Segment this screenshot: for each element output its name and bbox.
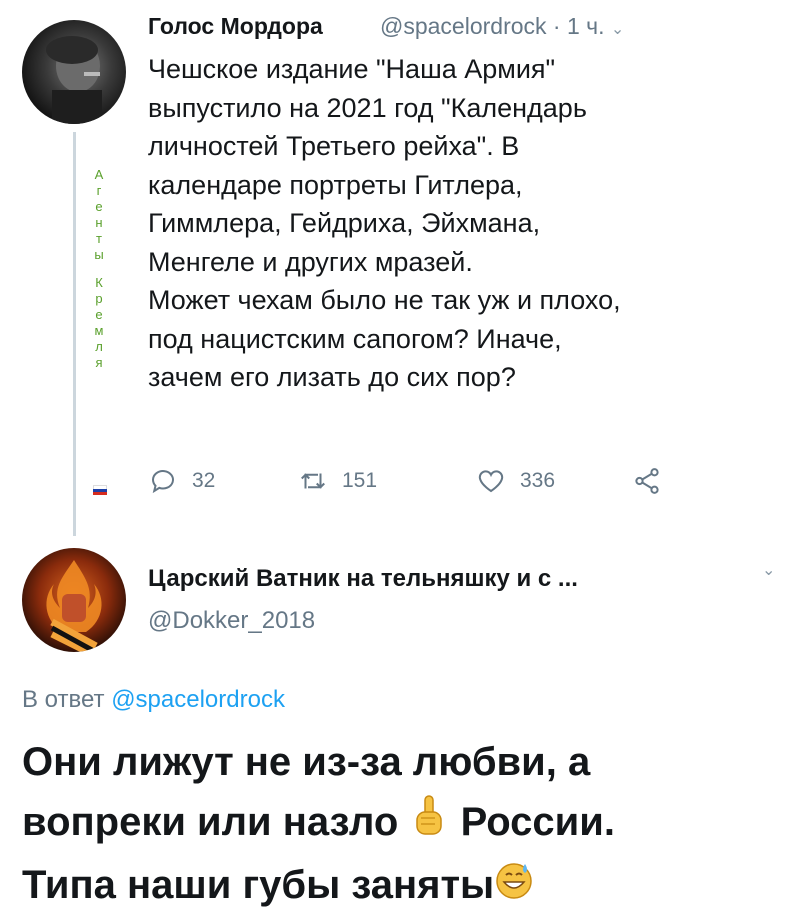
vertical-label-letter: А (94, 167, 104, 182)
share-icon (635, 468, 659, 494)
retweet-icon (301, 473, 325, 489)
heart-icon (478, 470, 504, 493)
like-count: 336 (520, 469, 556, 492)
reply-text-line2b: России. (460, 800, 615, 844)
reply-prefix: В ответ (22, 686, 105, 713)
vertical-label-letter: л (95, 339, 103, 354)
reply-author-name[interactable]: Царский Ватник на тельняшку и с ... (148, 565, 578, 593)
vertical-label-letter: н (95, 215, 103, 230)
chevron-down-icon[interactable]: ⌄ (611, 21, 624, 38)
reply-chevron-down-icon[interactable]: ⌄ (762, 560, 775, 580)
tweet-text: Чешское издание "Наша Армия" выпустило н… (148, 54, 621, 392)
russia-flag-icon (93, 485, 107, 495)
reply-icon (151, 470, 174, 494)
reply-text: Они лижут не из-за любви, а вопреки или … (22, 732, 782, 917)
tweet-actions: 32 151 336 (148, 466, 708, 506)
reply-text-line2: вопреки или назло России. (22, 792, 782, 855)
reply-to-handle-link[interactable]: @spacelordrock (111, 686, 285, 713)
author-name[interactable]: Голос Мордора (148, 13, 323, 40)
tweet-time[interactable]: · 1 ч. (553, 13, 605, 39)
reply-button[interactable]: 32 (148, 466, 215, 496)
reply-count: 32 (192, 469, 216, 492)
like-button[interactable]: 336 (476, 466, 555, 496)
author-handle[interactable]: @spacelordrock (380, 13, 547, 39)
vertical-label-letter: я (95, 355, 103, 370)
vertical-label-letter: е (95, 307, 103, 322)
vertical-label-letter: г (96, 183, 102, 198)
reply-author-handle[interactable]: @Dokker_2018 (148, 607, 315, 635)
retweet-button[interactable]: 151 (298, 466, 377, 496)
vertical-label-letter: ы (94, 247, 104, 262)
vertical-label-letter: е (95, 199, 103, 214)
flag-stripe-red (93, 492, 107, 495)
reply-text-line3-text: Типа наши губы заняты (22, 862, 495, 907)
vertical-label-letter: т (96, 231, 102, 246)
grinning-sweat-emoji (494, 857, 534, 917)
reply-author-avatar[interactable] (22, 548, 126, 652)
reply-text-line1: Они лижут не из-за любви, а (22, 740, 591, 784)
pointing-up-hand-icon (409, 794, 449, 855)
author-handle-time[interactable]: @spacelordrock · 1 ч. ⌄ (380, 13, 624, 40)
reply-context: В ответ @spacelordrock (22, 686, 285, 714)
share-button[interactable] (632, 466, 662, 496)
vertical-label-letter: р (95, 291, 103, 306)
vertical-label-letter: м (94, 323, 104, 338)
retweet-count: 151 (342, 469, 378, 492)
vertical-label-letter: К (95, 275, 103, 290)
reply-text-line3: Типа наши губы заняты (22, 855, 782, 917)
reply-text-line2a: вопреки или назло (22, 800, 399, 844)
author-avatar[interactable] (22, 20, 126, 124)
thread-line (73, 132, 76, 536)
